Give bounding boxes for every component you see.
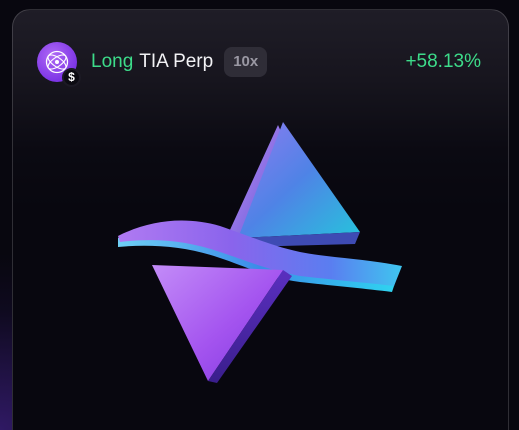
- lower-prism-face: [152, 265, 283, 381]
- share-card-page: $ Long TIA Perp 10x +58.13%: [0, 0, 519, 430]
- prism-wave-illustration: [118, 122, 402, 383]
